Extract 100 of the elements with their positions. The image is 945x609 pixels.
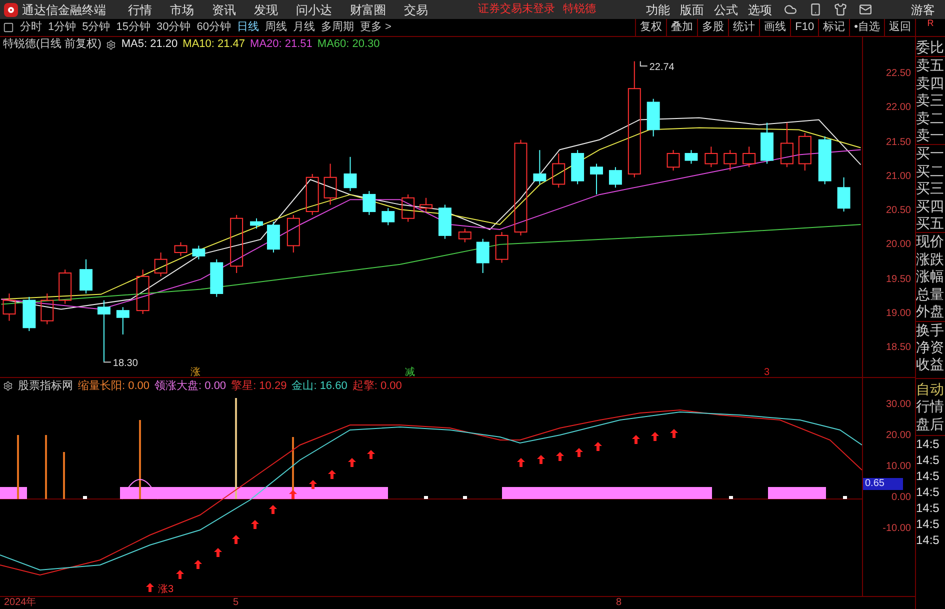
quote-label: 卖二 <box>916 110 945 128</box>
period-tab[interactable]: 多周期 <box>321 22 354 33</box>
candlestick <box>382 208 395 226</box>
period-tab[interactable]: 月线 <box>293 22 315 33</box>
candlestick <box>837 176 850 212</box>
up-arrow-icon <box>194 560 202 569</box>
app-title: 通达信金融终端 <box>22 4 107 16</box>
candlestick <box>230 214 244 274</box>
trade-time: 14:5 <box>916 436 940 452</box>
quote-label: 涨跌 <box>916 250 945 268</box>
candlestick <box>2 292 16 322</box>
menu-item[interactable]: 财富圈 <box>350 4 386 16</box>
quote-label: 卖五 <box>916 56 945 75</box>
toolbar-button[interactable]: 复权 <box>635 19 666 36</box>
candlestick <box>818 136 832 185</box>
indicator-tick: -10.00 <box>882 524 911 534</box>
candlestick <box>136 269 150 314</box>
period-tab[interactable]: 周线 <box>265 22 287 33</box>
quote-label: 净资 <box>916 338 945 356</box>
quote-label: 卖一 <box>916 127 945 144</box>
settings-icon[interactable] <box>106 40 116 50</box>
up-arrow-icon <box>251 520 259 529</box>
candlestick <box>476 238 490 274</box>
mode-tab[interactable]: 行情 <box>916 398 945 416</box>
indicator-tick: 10.00 <box>886 462 911 472</box>
toolbar-button[interactable]: 多股 <box>697 19 728 36</box>
signal-bar <box>768 487 826 499</box>
quote-label: 买三 <box>916 180 945 198</box>
panel-toggle-icon[interactable] <box>3 22 14 33</box>
candlestick <box>174 242 188 256</box>
indicator-value: 金山: 16.60 <box>292 380 348 392</box>
login-status[interactable]: 证券交易未登录 <box>478 4 555 15</box>
signal-marker: 减 <box>405 367 416 377</box>
menu-item[interactable]: 资讯 <box>212 4 236 16</box>
period-tab[interactable]: 分时 <box>20 22 42 33</box>
candlestick <box>552 152 566 188</box>
menu-item[interactable]: 公式 <box>714 4 738 16</box>
candlestick <box>704 146 718 168</box>
price-tick: 21.00 <box>886 172 911 182</box>
app-logo-icon <box>4 2 18 16</box>
up-arrow-icon <box>517 458 525 467</box>
up-arrow-icon <box>269 505 277 514</box>
ma-value: MA20: 21.51 <box>250 39 312 50</box>
mode-tab[interactable]: 自动 <box>916 381 945 398</box>
up-arrow-icon <box>651 432 659 441</box>
indicator-value: 擎星: 10.29 <box>231 380 287 392</box>
candlestick <box>742 146 756 168</box>
mode-tab[interactable]: 盘后 <box>916 416 945 434</box>
high-price-label: 22.74 <box>649 62 674 73</box>
candlestick <box>362 190 376 216</box>
price-tick: 19.00 <box>886 308 911 319</box>
menu-item[interactable]: 市场 <box>170 4 194 16</box>
candlestick <box>116 306 130 335</box>
period-tab[interactable]: 15分钟 <box>116 22 150 33</box>
user-label[interactable]: 游客 <box>911 4 935 16</box>
quote-label: 外盘 <box>916 303 945 320</box>
toolbar-button[interactable]: 画线 <box>759 19 790 36</box>
quote-label: 收益 <box>916 356 945 374</box>
period-tab[interactable]: 1分钟 <box>48 22 76 33</box>
toolbar-button[interactable]: F10 <box>790 19 818 36</box>
candlestick <box>590 163 603 195</box>
menu-item[interactable]: 问小达 <box>296 4 332 16</box>
price-tick: 21.50 <box>886 138 911 148</box>
quote-label: 买五 <box>916 215 945 232</box>
signal-marker: 3 <box>764 367 770 377</box>
menu-item[interactable]: 版面 <box>680 4 704 16</box>
cloud-icon[interactable] <box>784 3 797 16</box>
date-label: 5 <box>233 598 240 608</box>
toolbar-button[interactable]: 标记 <box>818 19 850 36</box>
period-tab[interactable]: 60分钟 <box>196 22 231 33</box>
shirt-icon[interactable] <box>834 3 847 16</box>
period-tab[interactable]: 更多 > <box>360 22 392 33</box>
menu-item[interactable]: 发现 <box>254 4 278 16</box>
signal-marker: 涨 <box>190 367 201 377</box>
signal-label: 涨3 <box>158 584 174 595</box>
candlestick <box>324 163 337 206</box>
phone-icon[interactable] <box>809 3 822 16</box>
settings-icon[interactable] <box>3 381 13 391</box>
quote-label: 卖四 <box>916 74 945 92</box>
period-tab[interactable]: 30分钟 <box>156 22 191 33</box>
menu-item[interactable]: 行情 <box>128 4 152 16</box>
trade-time: 14:5 <box>916 452 940 468</box>
toolbar-button[interactable]: 叠加 <box>666 19 698 36</box>
toolbar-button[interactable]: 返回 <box>884 19 915 36</box>
toolbar-button[interactable]: •自选 <box>849 19 884 36</box>
candlestick <box>344 156 357 192</box>
toolbar-button[interactable]: 统计 <box>728 19 760 36</box>
candlestick <box>40 292 54 325</box>
candlestick <box>533 150 546 185</box>
up-arrow-icon <box>367 450 375 459</box>
candlestick <box>420 197 432 212</box>
up-arrow-icon <box>328 470 336 479</box>
mail-icon[interactable] <box>859 3 872 16</box>
menu-item[interactable]: 选项 <box>748 4 772 16</box>
period-tab[interactable]: 5分钟 <box>82 22 110 33</box>
menu-item[interactable]: 功能 <box>646 4 670 16</box>
menu-item[interactable]: 交易 <box>404 4 428 16</box>
leader-line <box>103 361 112 363</box>
period-tab[interactable]: 日线 <box>237 22 259 33</box>
trade-time: 14:5 <box>916 500 940 516</box>
